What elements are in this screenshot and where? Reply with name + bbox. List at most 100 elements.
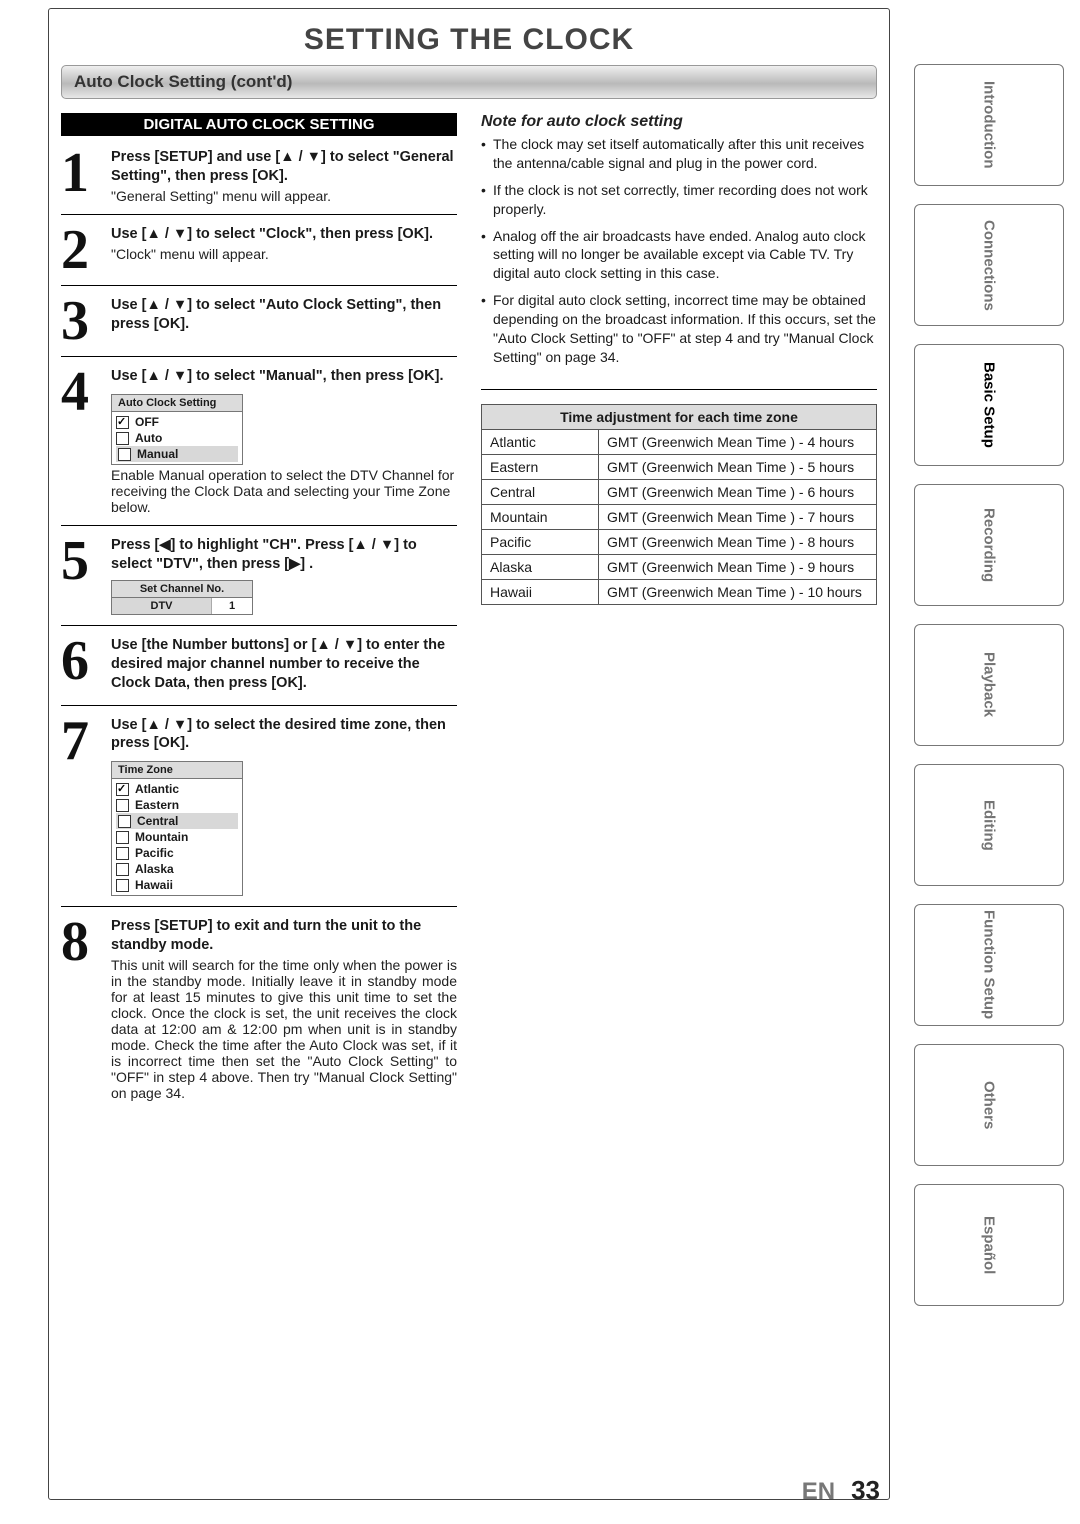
table-row: PacificGMT (Greenwich Mean Time ) - 8 ho…: [482, 529, 877, 554]
osd-menu-item: Atlantic: [116, 781, 238, 797]
osd-menu-item-label: Mountain: [135, 830, 188, 844]
step-body: Use [▲ / ▼] to select "Manual", then pre…: [111, 367, 457, 515]
tz-offset: GMT (Greenwich Mean Time ) - 4 hours: [599, 429, 877, 454]
side-tab[interactable]: Playback: [914, 624, 1064, 746]
osd-menu-item-label: Auto: [135, 431, 162, 445]
step-body: Use [▲ / ▼] to select "Clock", then pres…: [111, 225, 457, 275]
tz-offset: GMT (Greenwich Mean Time ) - 5 hours: [599, 454, 877, 479]
set-channel-type: DTV: [112, 598, 212, 614]
osd-menu-item-label: OFF: [135, 415, 159, 429]
step-number: 6: [61, 636, 103, 695]
osd-menu-item-label: Manual: [137, 447, 178, 461]
checkbox-icon: [116, 416, 129, 429]
step-body: Use [▲ / ▼] to select "Auto Clock Settin…: [111, 296, 457, 346]
osd-menu-item-label: Hawaii: [135, 878, 173, 892]
step-4: 4 Use [▲ / ▼] to select "Manual", then pr…: [61, 361, 457, 526]
tz-name: Eastern: [482, 454, 599, 479]
tz-offset: GMT (Greenwich Mean Time ) - 7 hours: [599, 504, 877, 529]
step-subtext: "General Setting" menu will appear.: [111, 188, 457, 204]
step-instruction: Use [▲ / ▼] to select "Manual", then pre…: [111, 367, 457, 386]
side-tab[interactable]: Function Setup: [914, 904, 1064, 1026]
step-body: Press [SETUP] and use [▲ / ▼] to select …: [111, 148, 457, 204]
tz-offset: GMT (Greenwich Mean Time ) - 8 hours: [599, 529, 877, 554]
checkbox-icon: [116, 432, 129, 445]
side-tab[interactable]: Others: [914, 1044, 1064, 1166]
step-number: 4: [61, 367, 103, 515]
osd-menu-item-label: Pacific: [135, 846, 174, 860]
step-body: Press [◀] to highlight "CH". Press [▲ / …: [111, 536, 457, 615]
table-row: MountainGMT (Greenwich Mean Time ) - 7 h…: [482, 504, 877, 529]
set-channel-num: 1: [212, 598, 252, 614]
step-1: 1Press [SETUP] and use [▲ / ▼] to select…: [61, 142, 457, 215]
note-item: Analog off the air broadcasts have ended…: [481, 227, 877, 284]
step-number: 7: [61, 716, 103, 897]
set-channel-title: Set Channel No.: [112, 581, 252, 598]
timezone-table: Time adjustment for each time zone Atlan…: [481, 404, 877, 605]
table-row: AlaskaGMT (Greenwich Mean Time ) - 9 hou…: [482, 554, 877, 579]
osd-menu-item: Eastern: [116, 797, 238, 813]
footer-page: 33: [851, 1475, 880, 1506]
osd-menu-item: Hawaii: [116, 877, 238, 893]
step-number: 5: [61, 536, 103, 615]
tz-offset: GMT (Greenwich Mean Time ) - 9 hours: [599, 554, 877, 579]
tz-name: Atlantic: [482, 429, 599, 454]
checkbox-icon: [116, 863, 129, 876]
step-3: 3Use [▲ / ▼] to select "Auto Clock Setti…: [61, 290, 457, 357]
checkbox-icon: [118, 448, 131, 461]
checkbox-icon: [116, 847, 129, 860]
table-row: HawaiiGMT (Greenwich Mean Time ) - 10 ho…: [482, 579, 877, 604]
step-number: 8: [61, 917, 103, 1101]
note-heading: Note for auto clock setting: [481, 113, 877, 131]
checkbox-icon: [116, 799, 129, 812]
step-5: 5Press [◀] to highlight "CH". Press [▲ /…: [61, 530, 457, 626]
table-row: CentralGMT (Greenwich Mean Time ) - 6 ho…: [482, 479, 877, 504]
step-body: Use [the Number buttons] or [▲ / ▼] to e…: [111, 636, 457, 695]
right-column: Note for auto clock setting The clock ma…: [481, 113, 877, 1115]
osd-menu-item-label: Eastern: [135, 798, 179, 812]
osd-menu-item: Mountain: [116, 829, 238, 845]
step-number: 2: [61, 225, 103, 275]
step-instruction: Press [◀] to highlight "CH". Press [▲ / …: [111, 536, 457, 574]
osd-menu: Time ZoneAtlanticEasternCentralMountainP…: [111, 761, 243, 896]
note-item: If the clock is not set correctly, timer…: [481, 181, 877, 219]
step-instruction: Press [SETUP] to exit and turn the unit …: [111, 917, 457, 955]
footer-lang: EN: [802, 1478, 835, 1506]
side-tab[interactable]: Editing: [914, 764, 1064, 886]
set-channel-box: Set Channel No.DTV1: [111, 580, 253, 615]
step-instruction: Press [SETUP] and use [▲ / ▼] to select …: [111, 148, 457, 186]
tz-offset: GMT (Greenwich Mean Time ) - 10 hours: [599, 579, 877, 604]
step-instruction: Use [the Number buttons] or [▲ / ▼] to e…: [111, 636, 457, 693]
tz-name: Pacific: [482, 529, 599, 554]
osd-menu-item: Auto: [116, 430, 238, 446]
table-row: AtlanticGMT (Greenwich Mean Time ) - 4 h…: [482, 429, 877, 454]
osd-menu-title: Auto Clock Setting: [112, 395, 242, 412]
osd-menu-item: Alaska: [116, 861, 238, 877]
side-tab[interactable]: Recording: [914, 484, 1064, 606]
side-tab[interactable]: Connections: [914, 204, 1064, 326]
step-instruction: Use [▲ / ▼] to select "Auto Clock Settin…: [111, 296, 457, 334]
side-tab[interactable]: Español: [914, 1184, 1064, 1306]
side-tabs: Introduction Connections Basic Setup Record…: [914, 64, 1064, 1306]
subsection-head: DIGITAL AUTO CLOCK SETTING: [61, 113, 457, 136]
step-instruction: Use [▲ / ▼] to select the desired time z…: [111, 716, 457, 754]
side-tab[interactable]: Introduction: [914, 64, 1064, 186]
side-tab[interactable]: Basic Setup: [914, 344, 1064, 466]
page-footer: EN 33: [802, 1475, 880, 1506]
step-8: 8Press [SETUP] to exit and turn the unit…: [61, 911, 457, 1111]
step-7: 7Use [▲ / ▼] to select the desired time …: [61, 710, 457, 908]
step-number: 3: [61, 296, 103, 346]
note-list: The clock may set itself automatically a…: [481, 135, 877, 390]
step-6: 6Use [the Number buttons] or [▲ / ▼] to …: [61, 630, 457, 706]
osd-menu-item-label: Atlantic: [135, 782, 179, 796]
page-frame: SETTING THE CLOCK Auto Clock Setting (co…: [48, 8, 890, 1500]
tz-offset: GMT (Greenwich Mean Time ) - 6 hours: [599, 479, 877, 504]
table-row: EasternGMT (Greenwich Mean Time ) - 5 ho…: [482, 454, 877, 479]
step-2: 2Use [▲ / ▼] to select "Clock", then pre…: [61, 219, 457, 286]
section-bar: Auto Clock Setting (cont'd): [61, 65, 877, 99]
osd-menu-item: OFF: [116, 414, 238, 430]
left-column: DIGITAL AUTO CLOCK SETTING 1Press [SETUP…: [61, 113, 457, 1115]
set-channel-row: DTV1: [112, 598, 252, 614]
checkbox-icon: [116, 783, 129, 796]
checkbox-icon: [118, 815, 131, 828]
osd-menu-title: Time Zone: [112, 762, 242, 779]
